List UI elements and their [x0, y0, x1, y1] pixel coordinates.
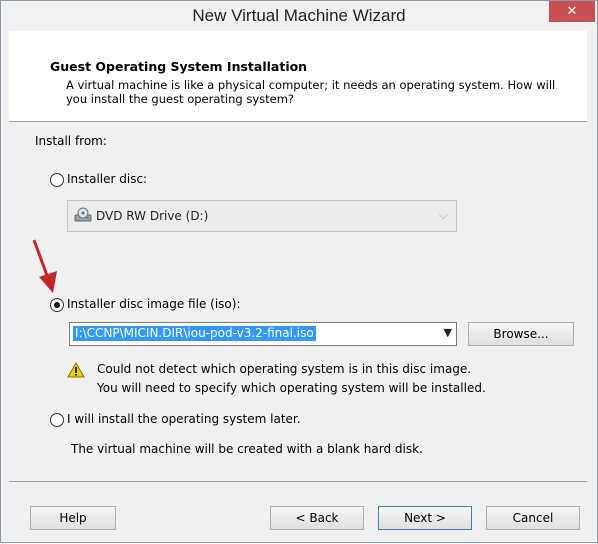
footer-separator [9, 481, 587, 482]
install-later-label[interactable]: I will install the operating system late… [67, 412, 301, 426]
window-title: New Virtual Machine Wizard [192, 6, 406, 25]
warning-icon [67, 362, 85, 378]
title-bar: New Virtual Machine Wizard ✕ [1, 1, 597, 31]
wizard-header: Guest Operating System Installation A vi… [9, 31, 587, 122]
cancel-button[interactable]: Cancel [486, 506, 580, 530]
page-title: Guest Operating System Installation [50, 59, 308, 74]
installer-disc-radio[interactable] [50, 173, 64, 187]
help-button[interactable]: Help [30, 506, 116, 530]
drive-select: DVD RW Drive (D:) ⌵ [67, 200, 457, 232]
disc-image-radio[interactable] [50, 298, 64, 312]
browse-button[interactable]: Browse... [468, 322, 574, 346]
warning-text-2: You will need to specify which operating… [97, 381, 486, 395]
installer-disc-label[interactable]: Installer disc: [67, 172, 147, 186]
install-later-note: The virtual machine will be created with… [71, 442, 423, 456]
page-description: A virtual machine is like a physical com… [66, 78, 556, 106]
drive-select-value: DVD RW Drive (D:) [96, 209, 209, 223]
dvd-drive-icon [74, 207, 92, 222]
iso-path-combobox[interactable]: I:\CCNP\MICIN.DIR\iou-pod-v3.2-final.iso… [69, 322, 457, 346]
disc-image-label[interactable]: Installer disc image file (iso): [67, 297, 240, 311]
iso-path-value[interactable]: I:\CCNP\MICIN.DIR\iou-pod-v3.2-final.iso [73, 326, 316, 341]
wizard-window: New Virtual Machine Wizard ✕ Guest Opera… [0, 0, 598, 543]
install-later-radio[interactable] [50, 413, 64, 427]
close-button[interactable]: ✕ [549, 1, 595, 22]
red-arrow-annotation [32, 239, 57, 293]
chevron-down-icon[interactable]: ▼ [444, 326, 452, 339]
chevron-down-icon: ⌵ [438, 208, 448, 222]
close-icon: ✕ [566, 4, 578, 19]
install-from-label: Install from: [35, 134, 107, 148]
warning-text-1: Could not detect which operating system … [97, 362, 472, 376]
next-button[interactable]: Next > [378, 506, 472, 530]
back-button[interactable]: < Back [270, 506, 364, 530]
